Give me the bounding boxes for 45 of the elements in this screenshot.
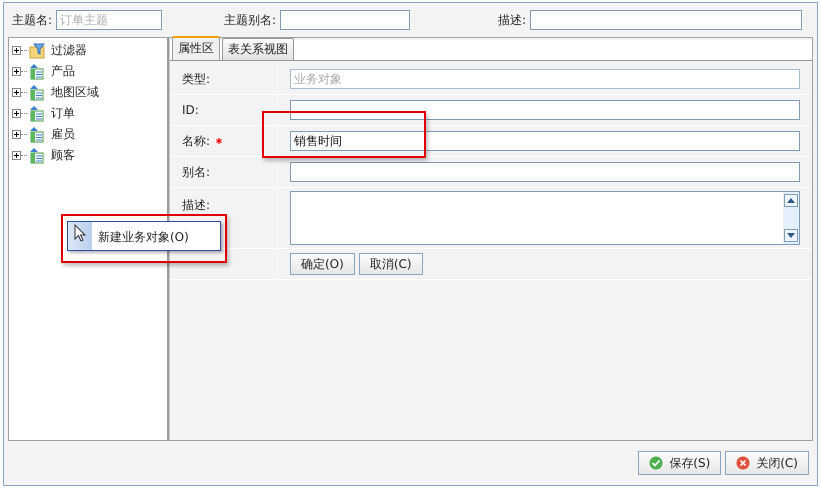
tree-item[interactable]: 订单	[51, 105, 75, 122]
button[interactable]: 确定(O)	[290, 253, 355, 275]
close-icon	[736, 456, 750, 470]
tree-item[interactable]: 地图区域	[51, 84, 99, 101]
expand-icon[interactable]	[12, 130, 21, 139]
input-field[interactable]: 销售时间	[290, 131, 800, 151]
button[interactable]: 保存(S)	[638, 451, 722, 475]
field-label: 主题别名:	[224, 12, 276, 28]
field-label: 主题名:	[12, 12, 52, 28]
tree-item[interactable]: 过滤器	[51, 42, 87, 59]
tab[interactable]: 表关系视图	[222, 38, 294, 60]
funnel-folder-icon	[29, 42, 45, 58]
check-icon	[649, 456, 664, 470]
table-icon	[29, 64, 45, 80]
table-icon	[29, 84, 45, 100]
field-label: 类型:	[182, 70, 210, 88]
expand-icon[interactable]	[12, 88, 21, 97]
field-label: 别名:	[182, 164, 210, 180]
field-label: 描述:	[182, 196, 210, 214]
expand-icon[interactable]	[12, 109, 21, 118]
scroll-down-icon[interactable]	[784, 229, 798, 242]
input-field[interactable]	[290, 162, 800, 182]
expand-icon[interactable]	[12, 46, 21, 55]
field-label: 名称:	[182, 132, 210, 150]
tree-item[interactable]: 产品	[51, 63, 75, 80]
menu-item[interactable]: 新建业务对象(O)	[92, 222, 189, 250]
table-icon	[29, 126, 45, 142]
table-icon	[29, 106, 45, 122]
button[interactable]: 取消(C)	[358, 253, 423, 275]
expand-icon[interactable]	[12, 151, 21, 160]
field-label: ID:	[182, 103, 199, 117]
field-label: 描述:	[498, 12, 526, 28]
scroll-up-icon[interactable]	[784, 194, 798, 207]
table-icon	[29, 148, 45, 164]
input-field[interactable]	[280, 10, 410, 30]
tab[interactable]: 属性区	[172, 36, 220, 60]
button[interactable]: 关闭(C)	[725, 451, 809, 475]
text-area[interactable]	[290, 191, 800, 245]
input-field[interactable]: 订单主题	[56, 10, 162, 30]
input-field[interactable]	[530, 10, 802, 30]
tree-item[interactable]: 雇员	[51, 126, 75, 143]
scrollbar[interactable]	[783, 192, 799, 244]
input-field[interactable]	[290, 100, 800, 120]
expand-icon[interactable]	[12, 67, 21, 76]
tree-item[interactable]: 顾客	[51, 147, 75, 164]
